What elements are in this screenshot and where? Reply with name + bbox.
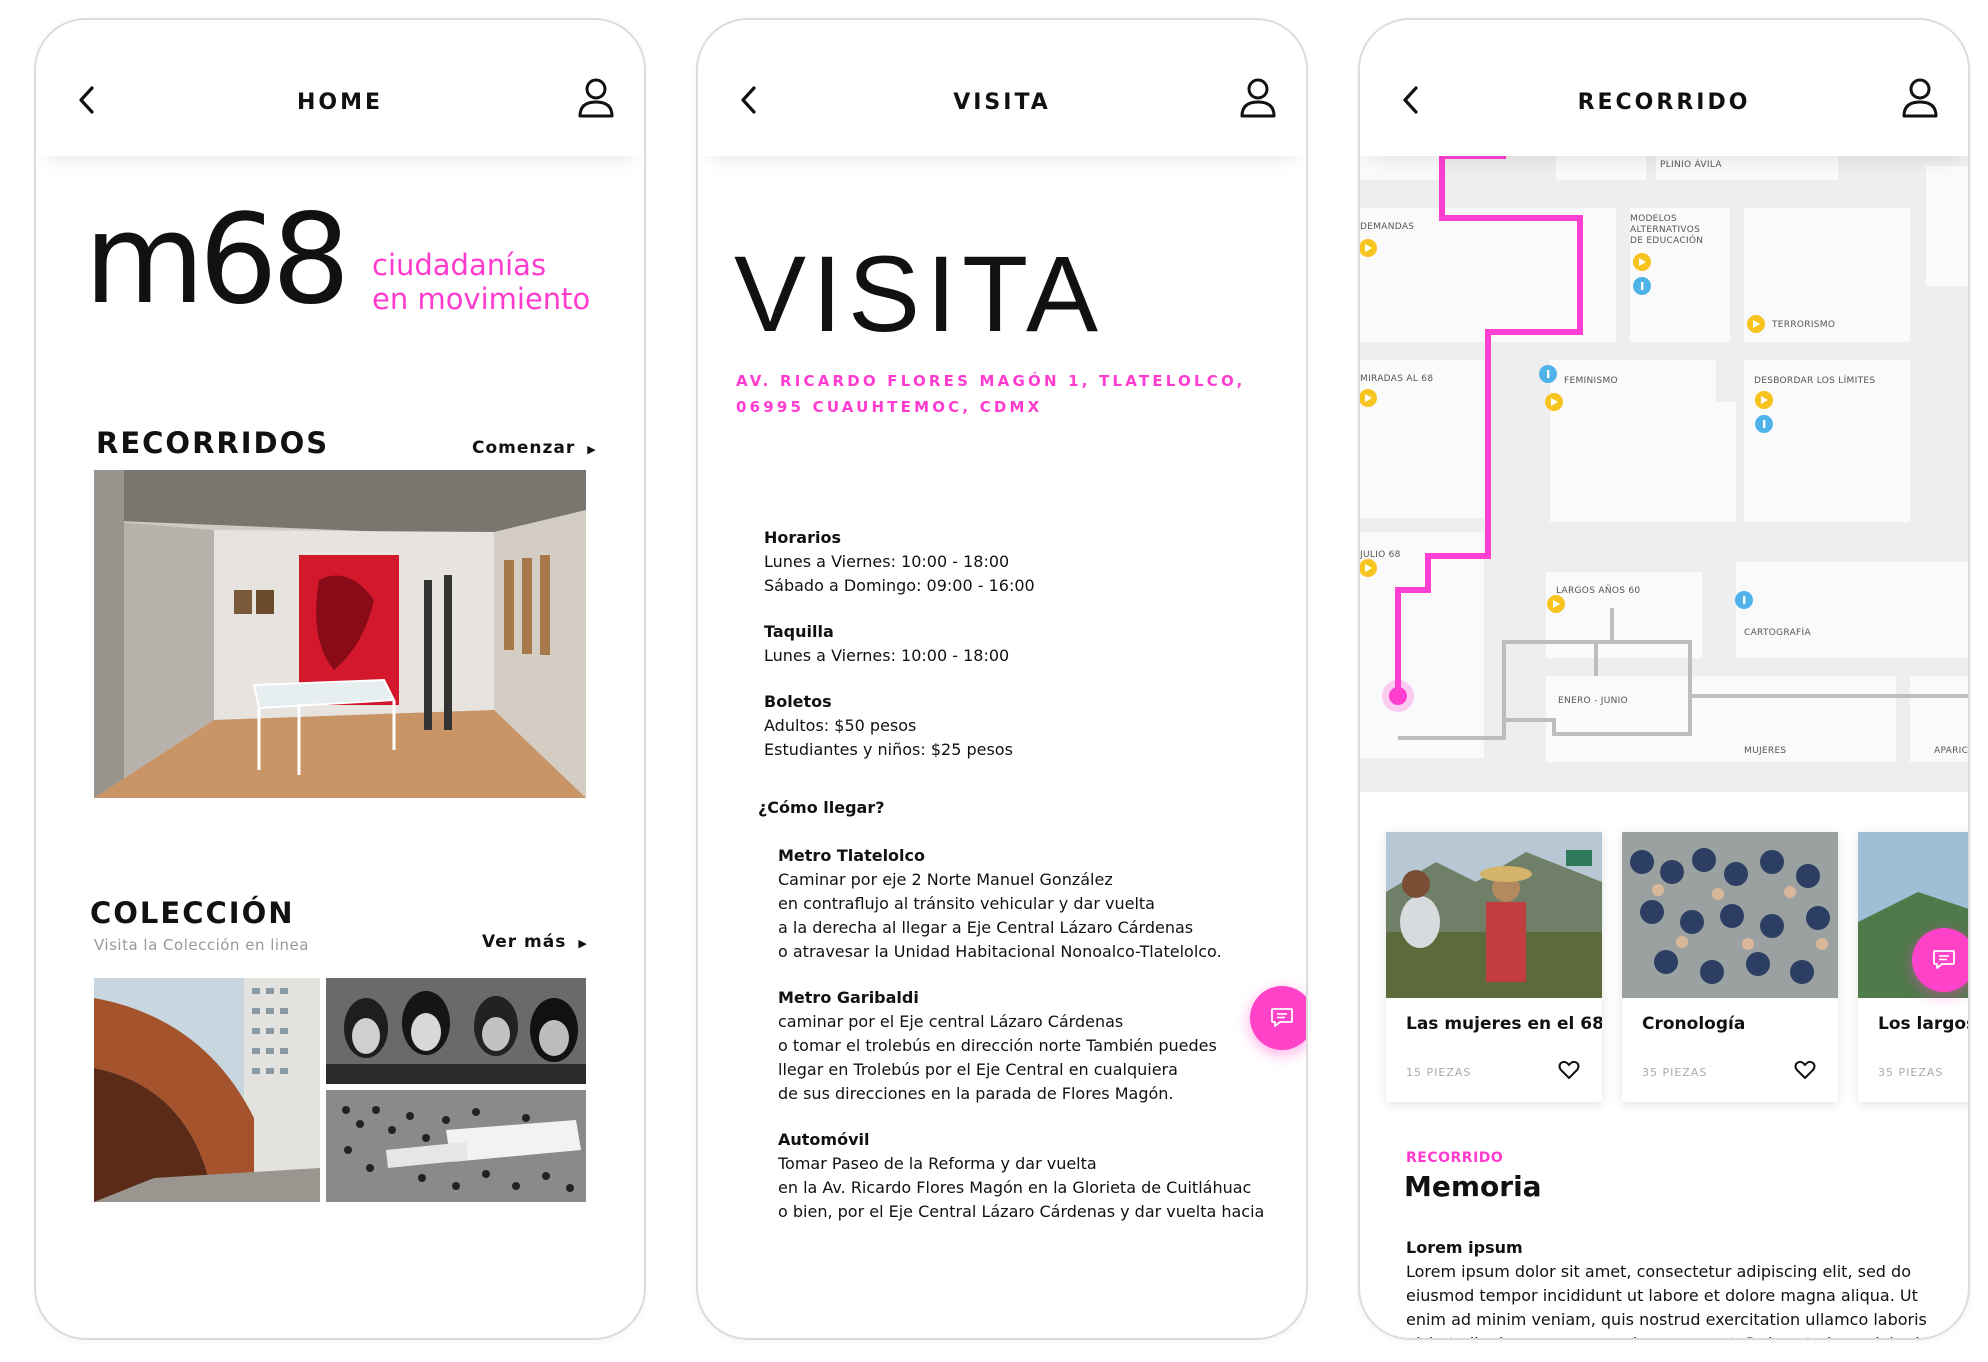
map-label: MODELOS ALTERNATIVOS DE EDUCACIÓN <box>1630 214 1704 246</box>
map-label: APARIC <box>1934 746 1969 756</box>
map-label: MUJERES <box>1744 746 1787 756</box>
card-image <box>1386 832 1602 998</box>
header-bar: VISITA <box>698 20 1306 156</box>
directions-line: o bien, por el Eje Central Lázaro Cárden… <box>778 1202 1265 1221</box>
heart-icon[interactable] <box>1794 1060 1816 1080</box>
metro-tlatelolco-label: Metro Tlatelolco <box>778 846 926 865</box>
chat-button[interactable] <box>1912 928 1968 992</box>
map-label: CARTOGRAFÍA <box>1744 628 1811 638</box>
ver-mas-link[interactable]: Ver más ▶ <box>482 932 588 952</box>
gallery-photo[interactable] <box>94 470 586 798</box>
horarios-line: Sábado a Domingo: 09:00 - 16:00 <box>764 576 1035 595</box>
recorridos-heading: RECORRIDOS <box>96 426 330 460</box>
map-label: TERRORISMO <box>1772 320 1836 330</box>
map-label: MIRADAS AL 68 <box>1360 374 1434 384</box>
visita-big-title: VISITA <box>734 233 1105 354</box>
map-label: JULIO 68 <box>1360 550 1401 560</box>
recorrido-screen: RECORRIDO PLINIO ÁVILA DEMANDAS MODELOS … <box>1358 18 1970 1340</box>
taquilla-block: Taquilla Lunes a Viernes: 10:00 - 18:00 <box>764 620 1009 668</box>
user-profile-icon[interactable] <box>1900 76 1940 120</box>
map-rooms <box>1360 156 1968 762</box>
metro-garibaldi-block: Metro Garibaldi caminar por el Eje centr… <box>778 986 1217 1106</box>
body-line: enim ad minim veniam, quis nostrud exerc… <box>1406 1310 1927 1329</box>
body-line: nisi ut aliquip ex ea commodo consequat.… <box>1406 1332 1930 1338</box>
map-label: LARGOS AÑOS 60 <box>1556 586 1641 596</box>
ver-mas-label: Ver más <box>482 932 567 952</box>
metro-garibaldi-label: Metro Garibaldi <box>778 988 919 1007</box>
horarios-label: Horarios <box>764 528 841 547</box>
museum-logo: m68 <box>84 188 351 332</box>
map-label: DEMANDAS <box>1360 222 1415 232</box>
directions-line: caminar por el Eje central Lázaro Cárden… <box>778 1012 1124 1031</box>
section-body: Lorem ipsum Lorem ipsum dolor sit amet, … <box>1406 1236 1930 1338</box>
page-title: RECORRIDO <box>1577 90 1751 115</box>
visita-screen: VISITA VISITA AV. RICARDO FLORES MAGÓN 1… <box>696 18 1308 1340</box>
body-line: eiusmod tempor incididunt ut labore et d… <box>1406 1286 1918 1305</box>
map-label: FEMINISMO <box>1564 376 1618 386</box>
comenzar-label: Comenzar <box>472 438 576 458</box>
heart-icon[interactable] <box>1558 1060 1580 1080</box>
map-label: DESBORDAR LOS LÍMITES <box>1754 376 1876 386</box>
metro-tlatelolco-block: Metro Tlatelolco Caminar por eje 2 Norte… <box>778 844 1222 964</box>
directions-line: en contraflujo al tránsito vehicular y d… <box>778 894 1155 913</box>
address-line-1: AV. RICARDO FLORES MAGÓN 1, TLATELOLCO, <box>736 372 1246 390</box>
collection-photo-march[interactable] <box>326 1090 586 1202</box>
museum-map[interactable]: PLINIO ÁVILA DEMANDAS MODELOS ALTERNATIV… <box>1360 156 1968 792</box>
header-bar: HOME <box>36 20 644 156</box>
directions-line: de sus direcciones en la parada de Flore… <box>778 1084 1174 1103</box>
map-label: ENERO - JUNIO <box>1558 696 1629 706</box>
collection-photo-students[interactable] <box>326 978 586 1084</box>
taquilla-line: Lunes a Viernes: 10:00 - 18:00 <box>764 646 1010 665</box>
header-bar: RECORRIDO <box>1360 20 1968 156</box>
horarios-line: Lunes a Viernes: 10:00 - 18:00 <box>764 552 1010 571</box>
card-count: 35 PIEZAS <box>1878 1066 1944 1079</box>
map-label: PLINIO ÁVILA <box>1660 160 1722 170</box>
user-profile-icon[interactable] <box>576 76 616 120</box>
body-line: Lorem ipsum dolor sit amet, consectetur … <box>1406 1262 1911 1281</box>
user-profile-icon[interactable] <box>1238 76 1278 120</box>
chat-bubble-icon <box>1271 1008 1293 1027</box>
page-title: HOME <box>296 90 384 115</box>
horarios-block: Horarios Lunes a Viernes: 10:00 - 18:00 … <box>764 526 1035 598</box>
automovil-block: Automóvil Tomar Paseo de la Reforma y da… <box>778 1128 1264 1224</box>
directions-line: Caminar por eje 2 Norte Manuel González <box>778 870 1113 889</box>
route-card[interactable]: Cronología 35 PIEZAS <box>1622 832 1838 1102</box>
boletos-line: Estudiantes y niños: $25 pesos <box>764 740 1013 759</box>
boletos-block: Boletos Adultos: $50 pesos Estudiantes y… <box>764 690 1013 762</box>
play-arrow-icon: ▶ <box>578 937 588 950</box>
como-llegar-heading: ¿Cómo llegar? <box>758 798 885 817</box>
coleccion-heading: COLECCIÓN <box>90 896 295 930</box>
collection-photo-architecture[interactable] <box>94 978 320 1202</box>
logo-tagline-1: ciudadanías <box>372 248 547 282</box>
card-title: Las mujeres en el 68 <box>1406 1014 1602 1034</box>
taquilla-label: Taquilla <box>764 622 834 641</box>
card-image <box>1622 832 1838 998</box>
card-count: 15 PIEZAS <box>1406 1066 1472 1079</box>
play-arrow-icon: ▶ <box>587 443 597 456</box>
address-line-2: 06995 CUAUHTEMOC, CDMX <box>736 398 1043 416</box>
coleccion-subtitle: Visita la Colección en linea <box>94 936 309 954</box>
section-kicker: RECORRIDO <box>1406 1150 1504 1166</box>
automovil-label: Automóvil <box>778 1130 870 1149</box>
directions-line: o tomar el trolebús en dirección norte T… <box>778 1036 1217 1055</box>
chat-bubble-icon <box>1933 950 1955 969</box>
card-title: Cronología <box>1642 1014 1746 1034</box>
card-title: Los largos a <box>1878 1014 1968 1034</box>
boletos-line: Adultos: $50 pesos <box>764 716 917 735</box>
directions-line: a la derecha al llegar a Eje Central Láz… <box>778 918 1194 937</box>
route-card[interactable]: Las mujeres en el 68 15 PIEZAS <box>1386 832 1602 1102</box>
logo-tagline-2: en movimiento <box>372 282 591 316</box>
boletos-label: Boletos <box>764 692 832 711</box>
directions-line: Tomar Paseo de la Reforma y dar vuelta <box>778 1154 1097 1173</box>
directions-line: en la Av. Ricardo Flores Magón en la Glo… <box>778 1178 1252 1197</box>
home-screen: HOME m68 ciudadanías en movimiento RECOR… <box>34 18 646 1340</box>
directions-line: llegar en Trolebús por el Eje Central en… <box>778 1060 1178 1079</box>
section-heading: Memoria <box>1404 1170 1542 1203</box>
directions-line: o atravesar la Unidad Habitacional Nonoa… <box>778 942 1222 961</box>
card-count: 35 PIEZAS <box>1642 1066 1708 1079</box>
body-title: Lorem ipsum <box>1406 1238 1523 1257</box>
chat-button[interactable] <box>1250 986 1306 1050</box>
comenzar-link[interactable]: Comenzar ▶ <box>472 438 597 458</box>
page-title: VISITA <box>953 90 1051 115</box>
